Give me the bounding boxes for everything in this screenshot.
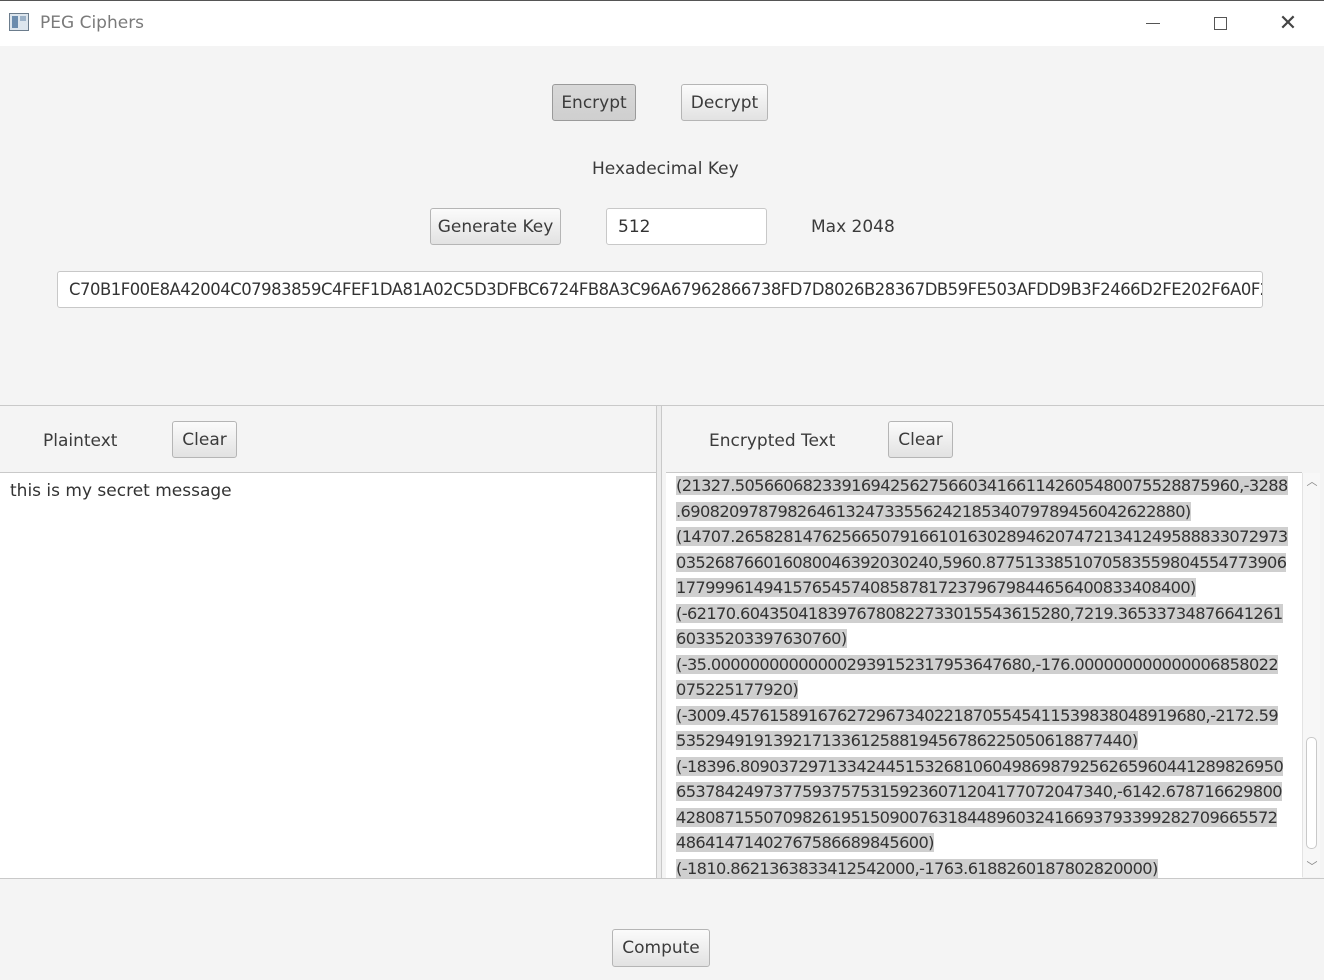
max-size-label: Max 2048	[811, 217, 895, 237]
encrypted-line: 48641471402767586689845600)	[676, 830, 1291, 856]
encrypted-line-text: 1779996149415765457408587817237967984465…	[676, 578, 1196, 597]
encrypted-content: (21327.505660682339169425627566034166114…	[676, 473, 1291, 878]
encrypted-line-text: (-35.000000000000002939152317953647680,-…	[676, 654, 1279, 674]
encrypted-line-text: (14707.265828147625665079166101630289462…	[676, 527, 1288, 546]
encrypted-line-text: (-1810.8621363833412542000,-1763.6188260…	[676, 858, 1158, 878]
compute-button[interactable]: Compute	[612, 929, 710, 967]
app-icon	[9, 13, 29, 31]
encrypted-line: 075225177920)	[676, 677, 1291, 703]
encrypted-line-text: .690820978798264613247335562421853407978…	[676, 501, 1191, 521]
section-divider	[0, 405, 1324, 406]
scroll-up-icon[interactable]: ︿	[1306, 476, 1318, 488]
encrypted-line: (-18396.80903729713342445153268106049869…	[676, 754, 1291, 780]
encrypted-line-text: 60335203397630760)	[676, 629, 847, 648]
key-size-input[interactable]: 512	[606, 208, 767, 245]
encrypted-line-text: 075225177920)	[676, 680, 799, 699]
encrypted-line-text: (21327.505660682339169425627566034166114…	[676, 476, 1288, 495]
encrypted-line-text: 035268766016080046392030240,5960.8775133…	[676, 552, 1287, 572]
encrypted-line: (14707.265828147625665079166101630289462…	[676, 524, 1291, 550]
close-button[interactable]: ✕	[1255, 1, 1321, 45]
encrypted-line: 4280871550709826195150900763184489603241…	[676, 805, 1291, 831]
generate-key-button[interactable]: Generate Key	[430, 208, 561, 245]
encrypted-line: (21327.505660682339169425627566034166114…	[676, 473, 1291, 499]
encrypted-line-text: 5352949191392171336125881945678622505061…	[676, 731, 1138, 750]
clear-encrypted-button[interactable]: Clear	[888, 421, 953, 458]
scrollbar-thumb[interactable]	[1306, 737, 1317, 849]
plaintext-label: Plaintext	[43, 431, 118, 451]
encrypted-text-label: Encrypted Text	[709, 431, 836, 451]
window-title: PEG Ciphers	[40, 13, 145, 33]
bottom-divider	[0, 878, 1324, 879]
hex-key-field[interactable]: C70B1F00E8A42004C07983859C4FEF1DA81A02C5…	[57, 271, 1263, 308]
encrypted-line-text: 4280871550709826195150900763184489603241…	[676, 807, 1278, 827]
encrypted-line: 60335203397630760)	[676, 626, 1291, 652]
minimize-icon	[1146, 22, 1160, 24]
encrypted-scrollbar[interactable]: ︿ ﹀	[1302, 473, 1320, 877]
encrypted-line: (-62170.60435041839767808227330155436152…	[676, 601, 1291, 627]
encrypted-line-text: (-18396.80903729713342445153268106049869…	[676, 756, 1284, 776]
split-pane-divider[interactable]	[656, 406, 662, 878]
plaintext-content: this is my secret message	[10, 481, 232, 501]
maximize-icon	[1213, 16, 1227, 30]
encrypted-text-area[interactable]: (21327.505660682339169425627566034166114…	[666, 472, 1302, 878]
maximize-button[interactable]	[1187, 1, 1253, 45]
encrypted-line-text: (-62170.60435041839767808227330155436152…	[676, 603, 1283, 623]
scroll-down-icon[interactable]: ﹀	[1306, 861, 1318, 873]
encrypted-line: 1779996149415765457408587817237967984465…	[676, 575, 1291, 601]
encrypted-line: 6537842497377593757531592360712041770720…	[676, 779, 1291, 805]
encrypted-line: 5352949191392171336125881945678622505061…	[676, 728, 1291, 754]
encrypted-line-text: 6537842497377593757531592360712041770720…	[676, 782, 1283, 801]
hex-key-heading: Hexadecimal Key	[592, 159, 739, 179]
title-bar: PEG Ciphers ✕	[0, 0, 1324, 46]
clear-plaintext-button[interactable]: Clear	[172, 421, 237, 458]
encrypted-line: 035268766016080046392030240,5960.8775133…	[676, 550, 1291, 576]
encrypted-line: (-35.000000000000002939152317953647680,-…	[676, 652, 1291, 678]
close-icon: ✕	[1278, 10, 1298, 36]
encrypted-line: .690820978798264613247335562421853407978…	[676, 499, 1291, 525]
encrypted-line: (-3009.457615891676272967340221870554541…	[676, 703, 1291, 729]
encrypted-line-text: (-3009.457615891676272967340221870554541…	[676, 705, 1279, 725]
decrypt-button[interactable]: Decrypt	[681, 84, 768, 121]
plaintext-area[interactable]: this is my secret message	[0, 472, 656, 878]
encrypted-line-text: 48641471402767586689845600)	[676, 833, 934, 852]
encrypt-button[interactable]: Encrypt	[552, 84, 636, 121]
encrypted-line: (-1810.8621363833412542000,-1763.6188260…	[676, 856, 1291, 879]
minimize-button[interactable]	[1120, 1, 1186, 45]
